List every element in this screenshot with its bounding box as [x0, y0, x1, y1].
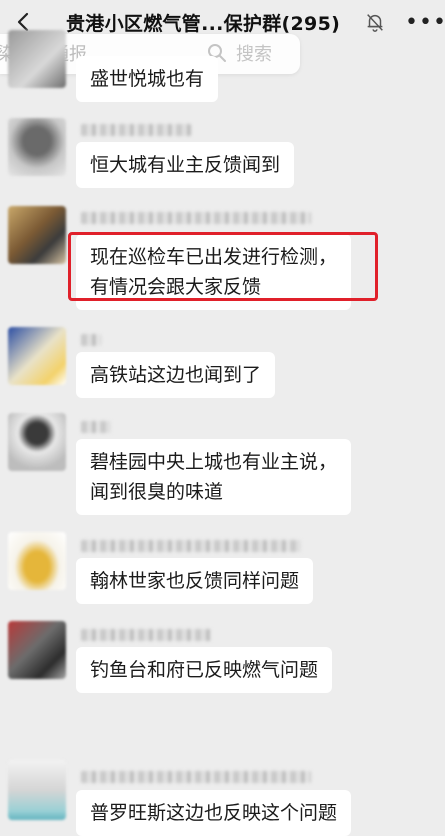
group-title[interactable]: 贵港小区燃气管...保护群(295) — [66, 9, 340, 36]
message-bubble[interactable]: 钓鱼台和府已反映燃气问题 — [76, 647, 333, 693]
highlight-box — [68, 232, 378, 301]
mute-bell-icon — [367, 14, 383, 32]
avatar[interactable] — [8, 118, 66, 176]
message-bubble[interactable]: 碧桂园中央上城也有业主说， 闻到很臭的味道 — [76, 439, 352, 515]
avatar[interactable] — [8, 327, 66, 385]
sender-name-blurred — [81, 629, 211, 641]
message-bubble[interactable]: 高铁站这边也闻到了 — [76, 352, 276, 398]
avatar[interactable] — [8, 30, 66, 88]
message-line: 闻到很臭的味道 — [90, 481, 224, 503]
avatar[interactable] — [8, 206, 66, 264]
sender-name-blurred — [81, 421, 111, 433]
message-bubble[interactable]: 盛世悦城也有 — [76, 56, 219, 102]
avatar[interactable] — [8, 532, 66, 590]
sender-name-blurred — [81, 334, 101, 346]
search-label: 搜索 — [236, 44, 272, 65]
message-bubble[interactable]: 恒大城有业主反馈闻到 — [76, 142, 295, 188]
message-bubble[interactable]: 翰林世家也反馈同样问题 — [76, 558, 314, 604]
sender-name-blurred — [81, 771, 311, 783]
avatar[interactable] — [8, 760, 66, 820]
sender-name-blurred — [81, 124, 191, 136]
avatar[interactable] — [8, 413, 66, 471]
message-bubble[interactable]: 普罗旺斯这边也反映这个问题 — [76, 790, 352, 836]
avatar[interactable] — [8, 621, 66, 679]
sender-name-blurred — [81, 540, 301, 552]
sender-name-blurred — [81, 212, 311, 224]
more-options-icon[interactable]: ••• — [405, 10, 445, 35]
message-line: 碧桂园中央上城也有业主说， — [90, 451, 338, 473]
